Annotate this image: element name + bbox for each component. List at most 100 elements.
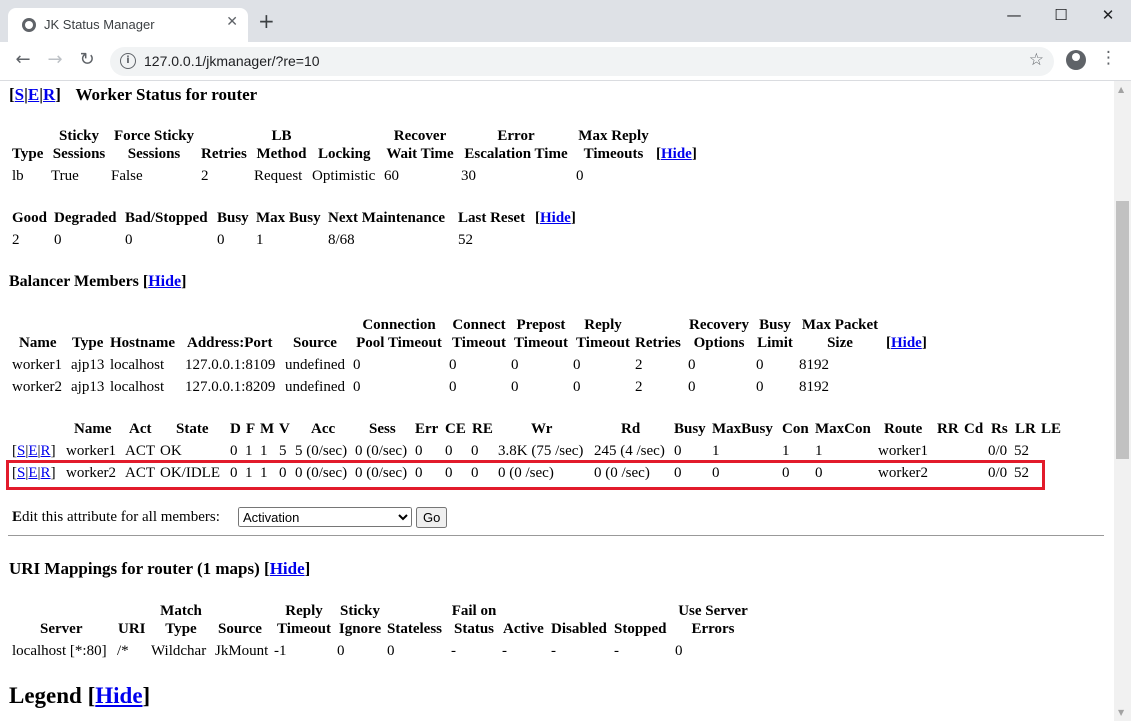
minimize-button[interactable]: — [994,6,1034,24]
tab-bar: JK Status Manager ✕ + — ☐ ✕ [0,0,1131,42]
cell-force-sticky: False [111,168,143,184]
cell-last-reset: 52 [458,232,473,248]
th-err: Err [415,421,439,437]
edit-link[interactable]: E [28,443,37,459]
tab-close-icon[interactable]: ✕ [226,14,238,30]
member-address: 127.0.0.1:8109 [185,357,276,373]
status-d: 0 [230,443,238,459]
cell-lb-method: Request [254,168,303,184]
uri-use-server-errors: 0 [675,643,683,659]
tab-jk-status-manager[interactable]: JK Status Manager ✕ [8,8,248,42]
url-text[interactable]: 127.0.0.1/jkmanager/?re=10 [144,53,320,69]
member-connect: 0 [449,379,457,395]
cell-recover: 60 [384,168,399,184]
member-connect: 0 [449,357,457,373]
member-source: undefined [285,357,345,373]
status-ce: 0 [445,443,453,459]
uri-stateless: 0 [387,643,395,659]
uri-mappings-heading: URI Mappings for router (1 maps) [Hide] [9,559,311,578]
th-source: Source [293,335,337,351]
link-r[interactable]: R [43,85,55,104]
th-con: Con [782,421,809,437]
status-err: 0 [415,443,423,459]
attribute-select[interactable]: Activation [238,507,412,527]
cell-max-reply: 0 [576,168,584,184]
scrollbar-thumb[interactable] [1116,201,1129,459]
hide-link[interactable]: Hide [540,210,571,226]
hide-balancer-members-link[interactable]: Hide [148,273,181,290]
th-busy-limit: Busy Limit [757,317,793,351]
scroll-up-arrow-icon[interactable]: ▲ [1118,85,1124,94]
th-recover-wait: Recover Wait Time [386,128,454,162]
th-busy: Busy [674,421,706,437]
hide-legend-link[interactable]: Hide [95,683,142,708]
cell-locking: Optimistic [312,168,376,184]
profile-avatar-icon[interactable] [1066,50,1086,70]
hide-link[interactable]: Hide [891,335,922,351]
th-reply-timeout: Reply Timeout [277,603,331,637]
separator [8,535,1104,536]
th-match-type: Match Type [160,603,202,637]
uri-match-type: Wildchar [151,643,207,659]
status-rd: 245 (4 /sec) [594,443,665,459]
maximize-button[interactable]: ☐ [1041,6,1081,24]
vertical-scrollbar[interactable]: ▲ ▼ [1114,81,1131,721]
bookmark-star-icon[interactable]: ☆ [1029,50,1044,70]
link-s[interactable]: S [15,85,24,104]
status-m: 1 [260,443,268,459]
th-wr: Wr [531,421,553,437]
th-retries: Retries [201,146,247,162]
new-tab-button[interactable]: + [258,11,275,31]
link-e[interactable]: E [28,85,39,104]
address-bar[interactable]: i 127.0.0.1/jkmanager/?re=10 ☆ [110,47,1054,76]
th-f: F [246,421,256,437]
th-type: Type [12,146,44,162]
th-v: V [279,421,290,437]
worker-status-title: Worker Status for router [75,85,258,104]
th-uri: URI [118,621,146,637]
th-cd: Cd [964,421,984,437]
member-source: undefined [285,379,345,395]
member-reply: 0 [573,357,581,373]
info-icon[interactable]: i [120,53,136,69]
th-recovery-options: Recovery Options [689,317,749,351]
legend-heading: Legend [Hide] [9,683,151,708]
member-hostname: localhost [110,379,165,395]
hide-worker-config: [Hide] [656,146,697,162]
show-link[interactable]: S [17,443,25,459]
hide-uri-mappings-link[interactable]: Hide [270,559,305,578]
th-active: Active [503,621,544,637]
status-lr: 52 [1014,443,1029,459]
member-max-packet: 8192 [799,379,829,395]
scroll-down-arrow-icon[interactable]: ▼ [1118,708,1124,717]
th-type: Type [72,335,104,351]
member-prepost: 0 [511,357,519,373]
member-prepost: 0 [511,379,519,395]
member-max-packet: 8192 [799,357,829,373]
cell-type: lb [12,168,24,184]
uri-fail-on-status: - [451,643,456,659]
th-hostname: Hostname [110,335,175,351]
th-route: Route [884,421,923,437]
th-connection-pool: Connection Pool Timeout [356,317,442,351]
member-reply: 0 [573,379,581,395]
th-sess: Sess [369,421,396,437]
th-d: D [230,421,241,437]
forward-button[interactable]: → [43,49,67,70]
window-close-button[interactable]: ✕ [1088,6,1128,24]
page-content: [S|E|R] Worker Status for router Type St… [0,81,1114,721]
status-re: 0 [471,443,479,459]
member-conn-pool: 0 [353,379,361,395]
menu-kebab-icon[interactable]: ⋮ [1100,48,1117,68]
reload-button[interactable]: ↻ [75,49,99,70]
back-button[interactable]: ← [11,49,35,70]
status-rs: 0/0 [988,443,1008,459]
cell-max-busy: 1 [256,232,264,248]
member-hostname: localhost [110,357,165,373]
hide-link[interactable]: Hide [661,146,692,162]
member-recovery: 0 [688,357,696,373]
member-busy-limit: 0 [756,379,764,395]
reset-link[interactable]: R [41,443,51,459]
th-acc: Acc [311,421,336,437]
go-button[interactable]: Go [416,507,448,528]
